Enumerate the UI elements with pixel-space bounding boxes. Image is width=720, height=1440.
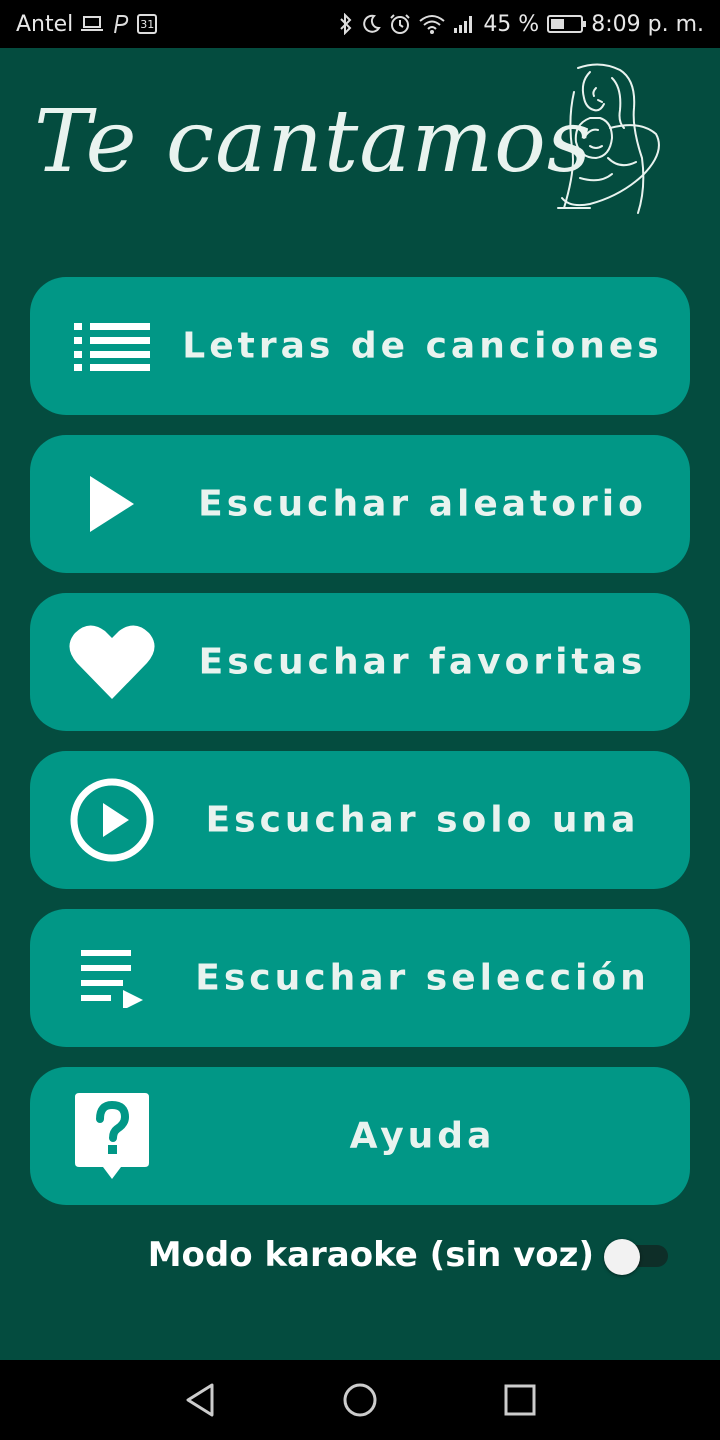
list-icon — [68, 302, 156, 390]
play-triangle-icon — [68, 460, 156, 548]
signal-icon — [453, 14, 475, 34]
play-selection-button[interactable]: Escuchar selección — [30, 909, 690, 1047]
shuffle-play-button-label: Escuchar aleatorio — [198, 483, 647, 525]
help-bubble-icon — [68, 1092, 156, 1180]
app-title: Te cantamos — [34, 92, 593, 192]
favorites-play-button[interactable]: Escuchar favoritas — [30, 593, 690, 731]
clock-time: 8:09 p. m. — [591, 11, 704, 37]
toggle-knob — [604, 1239, 640, 1275]
play-single-button[interactable]: Escuchar solo una — [30, 751, 690, 889]
wifi-icon — [419, 14, 445, 34]
karaoke-mode-label: Modo karaoke (sin voz) — [147, 1235, 594, 1275]
battery-icon — [547, 15, 587, 33]
moon-icon — [361, 14, 382, 34]
calendar-icon: 31 — [137, 14, 158, 34]
battery-percent: 45 % — [483, 11, 540, 37]
lyrics-button-label: Letras de canciones — [182, 325, 663, 367]
back-icon[interactable] — [180, 1380, 220, 1420]
play-circle-icon — [68, 776, 156, 864]
parking-p-icon — [111, 14, 129, 34]
shuffle-play-button[interactable]: Escuchar aleatorio — [30, 435, 690, 573]
status-bar-left: Antel 31 — [16, 11, 158, 37]
heart-icon — [68, 618, 156, 706]
mother-baby-logo-icon — [550, 58, 670, 218]
play-single-button-label: Escuchar solo una — [205, 799, 640, 841]
bluetooth-icon — [339, 13, 353, 35]
system-nav-bar — [0, 1360, 720, 1440]
playlist-play-icon — [68, 934, 156, 1022]
karaoke-mode-toggle[interactable] — [604, 1239, 668, 1275]
help-button[interactable]: Ayuda — [30, 1067, 690, 1205]
karaoke-mode-row: Modo karaoke (sin voz) — [0, 1225, 720, 1285]
play-selection-button-label: Escuchar selección — [195, 957, 650, 999]
battery-level-fill — [551, 19, 564, 29]
lyrics-button[interactable]: Letras de canciones — [30, 277, 690, 415]
recents-icon[interactable] — [500, 1380, 540, 1420]
carrier-label: Antel — [16, 11, 74, 37]
home-icon[interactable] — [340, 1380, 380, 1420]
laptop-icon — [81, 15, 104, 33]
alarm-icon — [389, 13, 411, 35]
status-bar: Antel 31 45 % 8:09 p. m. — [0, 0, 720, 48]
help-button-label: Ayuda — [349, 1115, 496, 1157]
status-bar-right: 45 % 8:09 p. m. — [339, 12, 704, 37]
main-menu: Letras de canciones Escuchar aleatorio E… — [30, 277, 690, 1225]
favorites-play-button-label: Escuchar favoritas — [198, 641, 647, 683]
